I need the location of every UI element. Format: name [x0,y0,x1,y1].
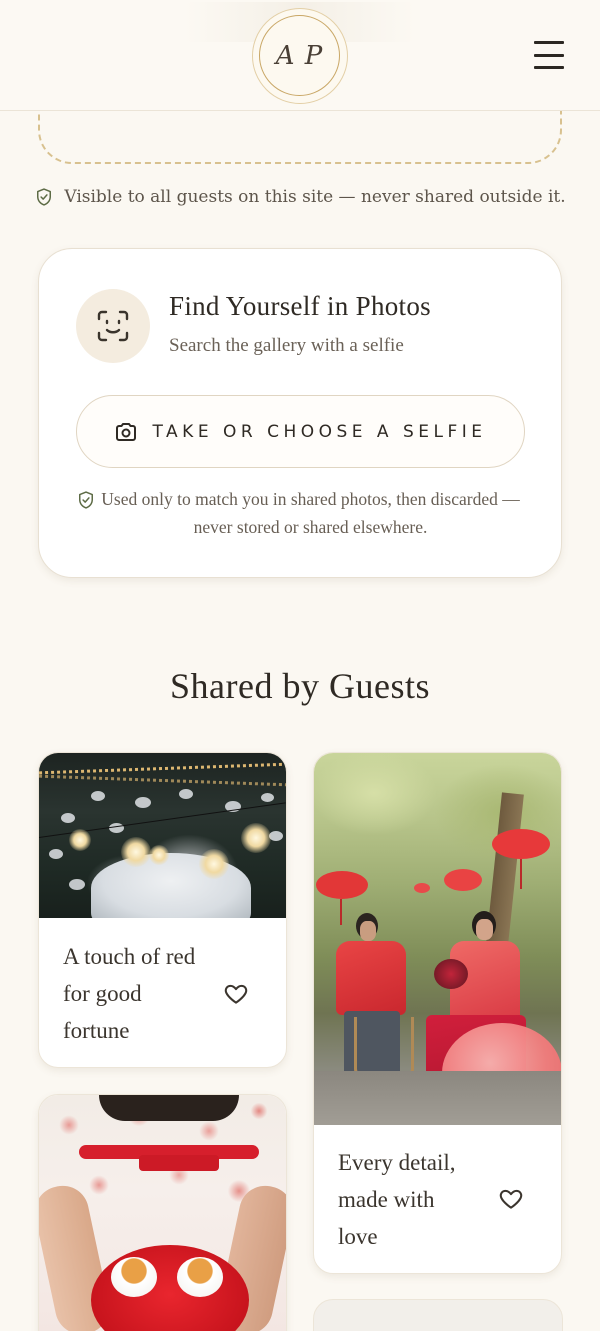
string-lights-night-photo[interactable] [39,753,286,918]
monogram-inner-ring: A P [259,15,340,96]
gallery-photo-card[interactable] [38,1094,287,1331]
shield-check-icon [37,188,52,206]
selfie-privacy-note: Used only to match you in shared photos,… [76,485,525,541]
heart-icon[interactable] [498,1186,524,1212]
site-header: A P [0,0,600,111]
heart-icon[interactable] [223,981,249,1007]
gallery-photo-card[interactable] [313,1299,563,1331]
find-card-title: Find Yourself in Photos [169,291,431,321]
gallery-photo-card[interactable]: Every detail, made with love [313,752,562,1274]
gallery-photo-card[interactable]: A touch of red for good fortune [38,752,287,1068]
find-card-subtitle: Search the gallery with a selfie [169,335,404,356]
face-scan-icon [97,310,129,342]
visibility-note-text: Visible to all guests on this site — nev… [64,187,566,207]
menu-bar [534,41,564,44]
find-yourself-card: Find Yourself in Photos Search the galle… [38,248,562,578]
camera-icon [116,422,137,441]
selfie-privacy-text: Used only to match you in shared photos,… [101,489,520,537]
couple-red-attire-garden-photo[interactable] [314,753,561,1125]
shield-check-icon [79,491,93,509]
face-scan-badge [76,289,150,363]
menu-bar [534,66,564,69]
take-selfie-label: TAKE OR CHOOSE A SELFIE [152,421,487,442]
gallery-section-title: Shared by Guests [170,666,430,706]
take-selfie-button[interactable]: TAKE OR CHOOSE A SELFIE [76,395,525,468]
hamburger-menu-icon[interactable] [530,38,568,72]
monogram-initials: A P [275,40,324,71]
visibility-note: Visible to all guests on this site — nev… [0,183,600,211]
photo-caption: Every detail, made with love [338,1150,456,1249]
menu-bar [534,53,564,57]
photo-caption: A touch of red for good fortune [63,944,196,1043]
monogram-logo[interactable]: A P [252,8,348,104]
tea-cups-red-tray-photo[interactable] [39,1095,286,1331]
